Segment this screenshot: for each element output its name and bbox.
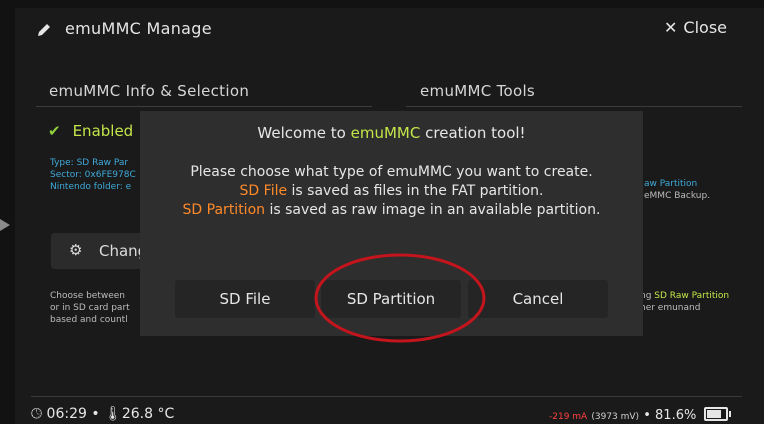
current-value: -219 mA: [549, 412, 588, 422]
divider: [406, 106, 742, 107]
checkmark-icon: ✔: [48, 122, 61, 140]
enabled-label: Enabled: [72, 122, 134, 140]
title-text: Welcome to: [257, 124, 351, 142]
sd-file-term: SD File: [239, 183, 288, 199]
dialog-title: Welcome to emuMMC creation tool!: [140, 124, 643, 142]
desc-line: based and countl: [50, 315, 128, 325]
info-folder: Nintendo folder: e: [50, 182, 132, 192]
clock-icon: 🕓︎: [31, 406, 43, 422]
sd-partition-term: SD Partition: [182, 202, 266, 218]
left-description: Choose between or in SD card part based …: [50, 290, 130, 326]
sd-file-button[interactable]: SD File: [175, 280, 315, 318]
voltage-value: (3973 mV): [591, 412, 640, 422]
left-arrow-icon: [0, 219, 10, 231]
desc-line: her emunand: [640, 303, 701, 313]
info-sector: Sector: 0x6FE978C: [50, 170, 136, 180]
highlight-circle: [314, 253, 486, 343]
gear-icon: ⚙: [69, 241, 83, 259]
right-description: ng SD Raw Partition her emunand: [640, 290, 729, 314]
desc-line: Choose between: [50, 291, 126, 301]
enabled-status: ✔ Enabled: [48, 122, 133, 140]
status-time-temp: 🕓︎ 06:29 • 🌡︎26.8 °C: [31, 406, 174, 422]
tools-info-line: aw Partition: [644, 179, 698, 189]
emummc-info: Type: SD Raw Par Sector: 0x6FE978C Ninte…: [50, 157, 136, 193]
desc-highlight: SD Raw Partition: [654, 291, 730, 301]
temperature-value: 26.8 °C: [121, 406, 175, 422]
close-label: Close: [683, 18, 727, 37]
cancel-button[interactable]: Cancel: [468, 280, 608, 318]
separator: •: [91, 406, 100, 422]
footer-divider: [31, 396, 742, 397]
desc-line: or in SD card part: [50, 303, 130, 313]
sd-file-desc: is saved as files in the FAT partition.: [287, 183, 544, 199]
separator: •: [643, 408, 651, 423]
sd-partition-desc: is saved as raw image in an available pa…: [265, 202, 601, 218]
close-icon: ✕: [664, 18, 678, 37]
thermometer-icon: 🌡︎: [104, 406, 122, 422]
battery-icon: [704, 407, 732, 421]
close-button[interactable]: ✕ Close: [664, 18, 727, 37]
title-highlight: emuMMC: [350, 124, 421, 142]
section-title-tools: emuMMC Tools: [420, 82, 536, 100]
info-type: Type: SD Raw Par: [50, 158, 129, 168]
tools-info: aw Partition eMMC Backup.: [644, 178, 710, 202]
title-text: creation tool!: [420, 124, 526, 142]
status-battery: -219 mA (3973 mV) • 81.6%: [549, 407, 732, 423]
tools-info-line: eMMC Backup.: [644, 191, 711, 201]
dialog-body: Please choose what type of emuMMC you wa…: [176, 163, 607, 220]
pencil-icon: [36, 22, 52, 42]
battery-percent: 81.6%: [655, 408, 697, 423]
dialog-body-line: Please choose what type of emuMMC you wa…: [190, 164, 593, 180]
page-title: emuMMC Manage: [65, 19, 212, 38]
section-title-info: emuMMC Info & Selection: [49, 82, 250, 100]
time-value: 06:29: [46, 406, 87, 422]
divider: [36, 106, 372, 107]
